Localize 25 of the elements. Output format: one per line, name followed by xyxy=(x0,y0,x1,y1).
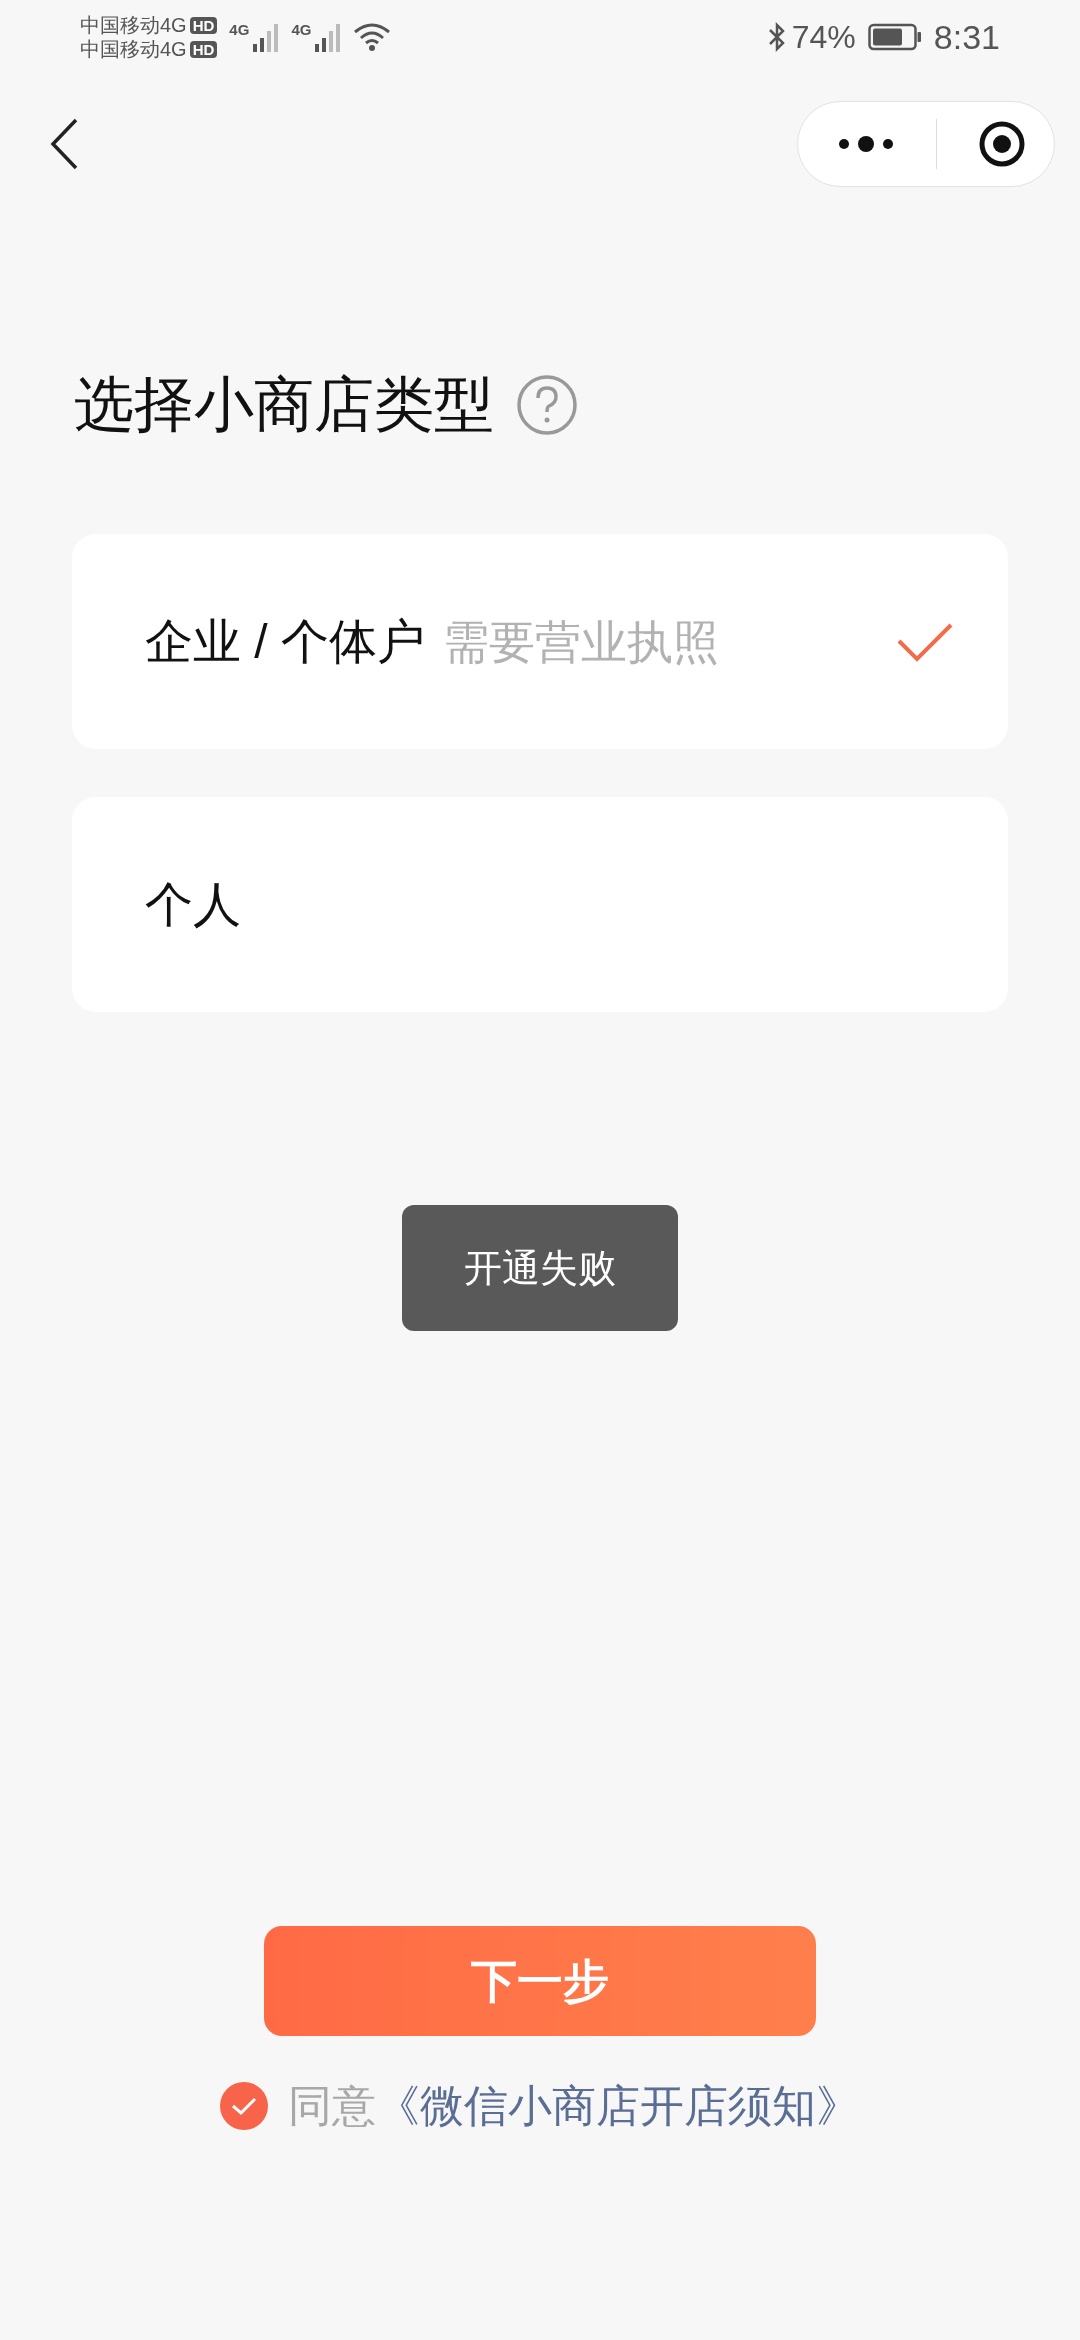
option-label: 个人 xyxy=(145,880,241,929)
close-target-icon[interactable] xyxy=(977,119,1027,169)
page-title: 选择小商店类型 xyxy=(74,375,494,435)
store-type-option[interactable]: 企业 / 个体户 需要营业执照 xyxy=(72,534,1008,749)
network-type: 4G xyxy=(229,22,250,37)
carrier-name: 中国移动4G xyxy=(80,39,187,59)
agree-text: 同意 xyxy=(288,2081,376,2130)
option-label: 企业 / 个体户 xyxy=(145,617,425,666)
check-icon xyxy=(231,2096,257,2116)
toast: 开通失败 xyxy=(402,1205,678,1331)
agree-checkbox[interactable] xyxy=(220,2082,268,2130)
hd-badge: HD xyxy=(189,40,218,58)
network-type: 4G xyxy=(291,22,312,37)
agreement-link[interactable]: 《微信小商店开店须知》 xyxy=(376,2081,860,2130)
carrier-name: 中国移动4G xyxy=(80,15,187,35)
hd-badge: HD xyxy=(189,16,218,34)
store-type-option[interactable]: 个人 xyxy=(72,797,1008,1012)
battery-icon xyxy=(867,23,922,51)
option-hint: 需要营业执照 xyxy=(443,618,719,665)
wifi-icon xyxy=(353,22,392,52)
help-icon[interactable] xyxy=(516,374,578,436)
clock-time: 8:31 xyxy=(933,20,1000,54)
more-icon[interactable] xyxy=(836,134,896,154)
battery-percent: 74% xyxy=(791,21,856,53)
bluetooth-icon xyxy=(767,22,786,52)
